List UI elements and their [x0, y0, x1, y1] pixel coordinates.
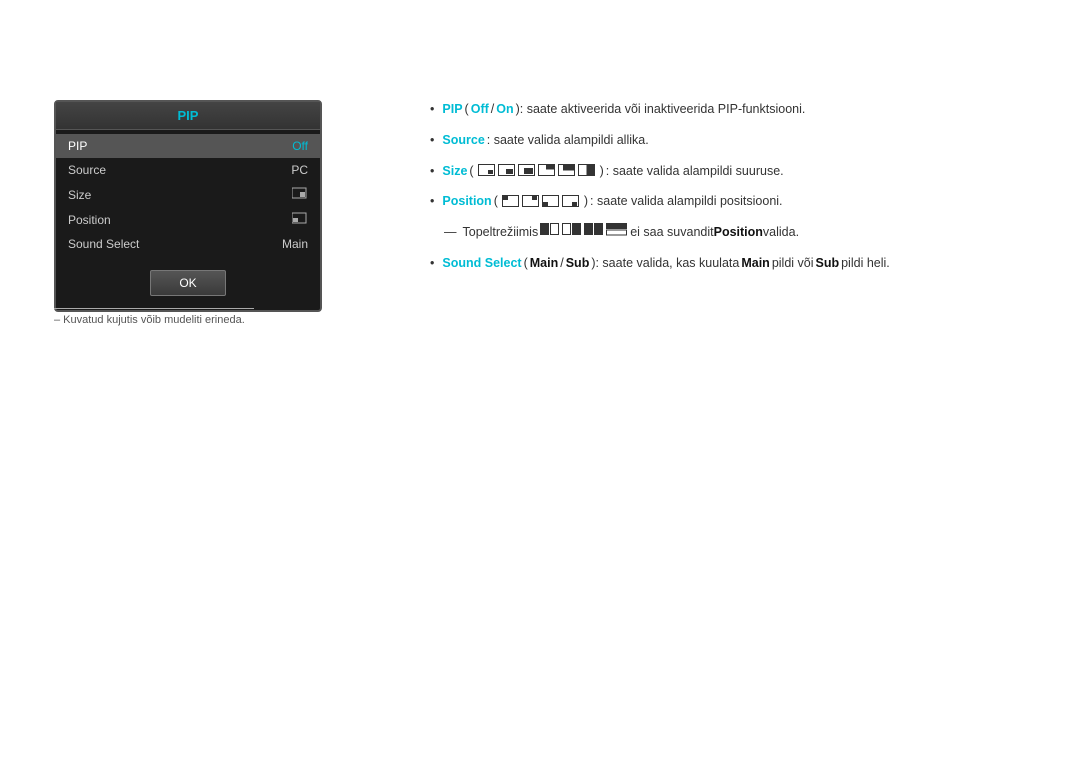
dbl-icon-4 — [606, 223, 628, 236]
list-item-sound-select: Sound Select ( Main / Sub ): saate valid… — [430, 254, 1040, 273]
sub-label: Sub — [566, 254, 590, 273]
list-item-size: Size ( — [430, 162, 1040, 181]
list-item-pip: PIP ( Off / On ): saate aktiveerida või … — [430, 100, 1040, 119]
size-icon-6 — [578, 164, 596, 177]
pos-icon-br — [562, 195, 580, 208]
main-label: Main — [530, 254, 558, 273]
pip-label: PIP — [442, 100, 462, 119]
pos-icon-tl — [502, 195, 520, 208]
pip-on-label: On — [496, 100, 513, 119]
pip-dialog-title: PIP — [56, 102, 320, 130]
double-mode-icons — [540, 223, 628, 236]
dbl-icon-1 — [540, 223, 560, 236]
size-icon-1 — [478, 164, 496, 177]
size-icon-3 — [518, 164, 536, 177]
info-panel: PIP ( Off / On ): saate aktiveerida või … — [430, 100, 1040, 285]
source-label: Source — [442, 131, 484, 150]
list-item-position: Position ( — [430, 192, 1040, 211]
size-icon-2 — [498, 164, 516, 177]
main-label-2: Main — [741, 254, 769, 273]
position-label: Position — [442, 192, 491, 211]
size-icon-5 — [558, 164, 576, 177]
pip-menu-item-pip[interactable]: PIP Off — [56, 134, 320, 158]
info-list: PIP ( Off / On ): saate aktiveerida või … — [430, 100, 1040, 211]
pip-dialog: PIP PIP Off Source PC Size Position — [54, 100, 322, 312]
pos-icon-bl — [542, 195, 560, 208]
position-bold-ref: Position — [714, 223, 763, 242]
size-label: Size — [442, 162, 467, 181]
position-icon — [292, 212, 308, 224]
pip-menu: PIP Off Source PC Size Position — [56, 130, 320, 260]
subnote: — Topeltrežiimis ei saa suvandit Positio… — [430, 223, 1040, 242]
list-item-source: Source : saate valida alampildi allika. — [430, 131, 1040, 150]
size-icons — [478, 164, 596, 177]
info-list-2: Sound Select ( Main / Sub ): saate valid… — [430, 254, 1040, 273]
dbl-icon-2 — [562, 223, 582, 236]
size-icon — [292, 187, 308, 199]
ok-button[interactable]: OK — [150, 270, 225, 296]
pos-icon-tr — [522, 195, 540, 208]
size-icon-4 — [538, 164, 556, 177]
sound-select-label: Sound Select — [442, 254, 521, 273]
pip-menu-item-sound-select[interactable]: Sound Select Main — [56, 232, 320, 256]
sub-label-2: Sub — [816, 254, 840, 273]
pip-menu-item-position[interactable]: Position — [56, 207, 320, 232]
dbl-icon-3 — [584, 223, 604, 236]
ok-button-row: OK — [56, 260, 320, 310]
position-icons — [502, 195, 580, 208]
pip-menu-item-size[interactable]: Size — [56, 182, 320, 207]
footnote: – Kuvatud kujutis võib mudeliti erineda. — [54, 308, 254, 326]
pip-menu-item-source[interactable]: Source PC — [56, 158, 320, 182]
pip-off-label: Off — [471, 100, 489, 119]
